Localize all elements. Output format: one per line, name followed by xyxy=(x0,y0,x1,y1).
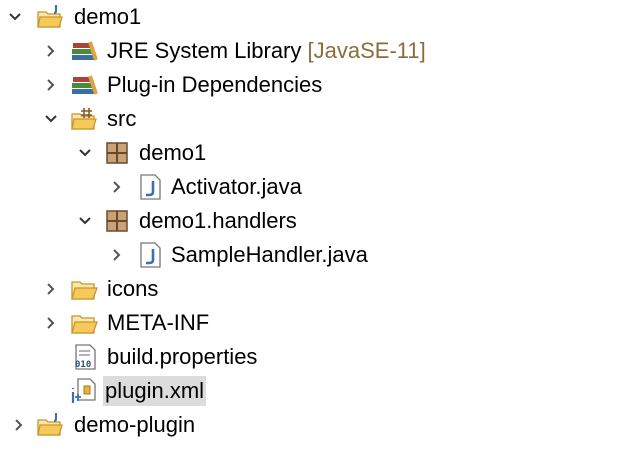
tree-item-label: icons xyxy=(107,276,159,301)
java-file-icon xyxy=(136,174,164,200)
tree-item-label: Activator.java xyxy=(171,174,302,199)
tree-item-src[interactable]: src xyxy=(0,102,642,136)
chevron-right-icon[interactable] xyxy=(40,68,62,102)
tree-item-icons-folder[interactable]: icons xyxy=(0,272,642,306)
tree-item-demo1-project[interactable]: demo1 xyxy=(0,0,642,34)
tree-item-jre-system-library[interactable]: JRE System Library [JavaSE-11] xyxy=(0,34,642,68)
tree-item-meta-inf-folder[interactable]: META-INF xyxy=(0,306,642,340)
chevron-right-icon[interactable] xyxy=(40,34,62,68)
library-icon xyxy=(70,72,98,98)
java-file-icon xyxy=(136,242,164,268)
package-icon xyxy=(103,208,131,234)
tree-item-label: demo-plugin xyxy=(74,412,196,437)
source-folder-icon xyxy=(70,106,98,132)
tree-item-label: src xyxy=(107,106,137,131)
tree-item-label: SampleHandler.java xyxy=(171,242,368,267)
tree-item-label: build.properties xyxy=(107,344,258,369)
jre-version-decoration: [JavaSE-11] xyxy=(307,38,426,63)
chevron-down-icon[interactable] xyxy=(4,0,26,34)
chevron-right-icon[interactable] xyxy=(40,306,62,340)
folder-icon xyxy=(70,276,98,302)
tree-item-plugin-xml[interactable]: plugin.xml xyxy=(0,374,642,408)
chevron-right-icon[interactable] xyxy=(40,272,62,306)
chevron-right-icon[interactable] xyxy=(106,238,128,272)
chevron-right-icon[interactable] xyxy=(106,170,128,204)
tree-item-samplehandler-java[interactable]: SampleHandler.java xyxy=(0,238,642,272)
plugin-xml-icon xyxy=(70,378,98,404)
chevron-down-icon[interactable] xyxy=(74,204,96,238)
tree-item-build-properties[interactable]: 010 build.properties xyxy=(0,340,642,374)
chevron-down-icon[interactable] xyxy=(40,102,62,136)
tree-item-label: plugin.xml xyxy=(103,376,207,406)
tree-item-package-demo1[interactable]: demo1 xyxy=(0,136,642,170)
tree-item-label: demo1 xyxy=(139,140,207,165)
svg-text:010: 010 xyxy=(75,360,91,370)
project-explorer-tree: demo1 JRE System Library [JavaSE-11] Plu… xyxy=(0,0,642,460)
tree-item-label: demo1.handlers xyxy=(139,208,297,233)
tree-item-plugin-dependencies[interactable]: Plug-in Dependencies xyxy=(0,68,642,102)
folder-icon xyxy=(70,310,98,336)
package-icon xyxy=(103,140,131,166)
tree-item-label: Plug-in Dependencies xyxy=(107,72,323,97)
tree-item-label: demo1 xyxy=(74,4,142,29)
project-folder-icon xyxy=(36,412,64,438)
properties-file-icon: 010 xyxy=(72,344,100,370)
library-icon xyxy=(70,38,98,64)
chevron-right-icon[interactable] xyxy=(8,408,30,442)
tree-item-label: META-INF xyxy=(107,310,210,335)
tree-item-package-demo1-handlers[interactable]: demo1.handlers xyxy=(0,204,642,238)
tree-item-demo-plugin-project[interactable]: demo-plugin xyxy=(0,408,642,442)
tree-item-activator-java[interactable]: Activator.java xyxy=(0,170,642,204)
project-folder-icon xyxy=(36,4,64,30)
chevron-down-icon[interactable] xyxy=(74,136,96,170)
tree-item-label: JRE System Library [JavaSE-11] xyxy=(107,38,426,63)
